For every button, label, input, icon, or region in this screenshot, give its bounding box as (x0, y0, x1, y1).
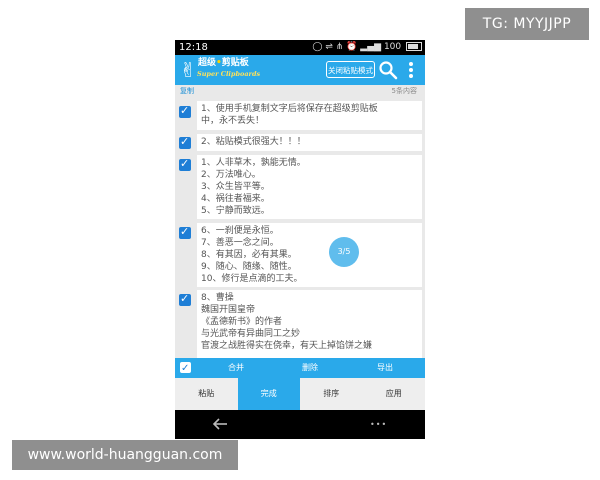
select-all-checkbox[interactable] (180, 359, 191, 379)
status-bar: 12:18 ◯ ⇌ ⋔ ⏰ ▂▄▆ 100 (175, 40, 425, 55)
close-paste-mode-button[interactable]: 关闭粘贴模式 (326, 61, 375, 78)
clip-line: 8、有其因，必有其果。 (201, 250, 297, 260)
overflow-menu-icon[interactable] (407, 61, 415, 79)
clip-card[interactable]: 1、人非草木，孰能无情。 2、万法唯心。 3、众生皆平等。 4、祸往者福来。 5… (197, 155, 422, 219)
clip-card[interactable]: 2、粘贴模式很强大！！！ (197, 134, 422, 151)
clip-line: 1、人非草木，孰能无情。 (201, 158, 306, 168)
clip-card[interactable]: 8、曹操 魏国开国皇帝 《孟德新书》的作者 与光武帝有异曲同工之妙 官渡之战胜得… (197, 290, 422, 358)
clip-line: 魏国开国皇帝 (201, 305, 256, 315)
clip-line: 8、曹操 (201, 293, 234, 303)
tab-sort[interactable]: 排序 (300, 378, 363, 410)
watermark-top: TG: MYYJJPP (465, 8, 589, 40)
clip-line: 官渡之战胜得实在侥幸，有天上掉馅饼之嫌 (201, 341, 373, 351)
search-icon[interactable] (378, 60, 398, 80)
page-indicator: 3/5 (329, 237, 359, 267)
tab-bar: 粘贴 完成 排序 应用 (175, 378, 425, 410)
app-title-part2: 剪贴板 (221, 58, 249, 68)
share-icon: ⋔ (335, 42, 344, 52)
app-title: 超级•剪贴板 (198, 58, 249, 69)
item-checkbox[interactable] (179, 104, 191, 118)
item-count: 5条内容 (391, 87, 417, 95)
watermark-bottom: www.world-huangguan.com (12, 440, 238, 470)
item-checkbox[interactable] (179, 135, 191, 149)
export-button[interactable]: 导出 (377, 358, 393, 378)
app-subtitle: Super Clipboards (197, 70, 261, 78)
clip-line: 4、祸往者福来。 (201, 194, 270, 204)
clip-card[interactable]: 6、一刹便是永恒。 7、善恶一念之间。 8、有其因，必有其果。 9、随心、随缘、… (197, 223, 422, 287)
item-checkbox[interactable] (179, 225, 191, 239)
clip-line: 2、粘贴模式很强大！！！ (201, 137, 306, 147)
tab-apply[interactable]: 应用 (363, 378, 426, 410)
clip-line: 6、一刹便是永恒。 (201, 226, 279, 236)
phone-screen: 12:18 ◯ ⇌ ⋔ ⏰ ▂▄▆ 100 ✌ 超级•剪贴板 Super Cli… (175, 40, 425, 439)
back-arrow-icon[interactable] (212, 417, 228, 431)
app-bar: ✌ 超级•剪贴板 Super Clipboards 关闭粘贴模式 (175, 55, 425, 85)
more-dots-icon[interactable]: ••• (370, 421, 387, 429)
sub-bar: 复制 5条内容 (175, 85, 425, 98)
clip-line: 1、使用手机复制文字后将保存在超级剪贴板 (201, 104, 378, 114)
clip-card[interactable]: 1、使用手机复制文字后将保存在超级剪贴板 中，永不丢失！ (197, 101, 422, 130)
clip-line: 3、众生皆平等。 (201, 182, 270, 192)
usb-icon: ⇌ (325, 42, 333, 52)
action-bar: 合并 删除 导出 (175, 358, 425, 379)
copy-label[interactable]: 复制 (180, 85, 194, 98)
merge-button[interactable]: 合并 (228, 358, 244, 378)
battery-level: 100 (383, 42, 402, 52)
battery-icon (406, 42, 422, 51)
clip-list: 1、使用手机复制文字后将保存在超级剪贴板 中，永不丢失！ 2、粘贴模式很强大！！… (175, 98, 425, 358)
clip-line: 9、随心、随缘、随性。 (201, 262, 297, 272)
clip-line: 2、万法唯心。 (201, 170, 261, 180)
tab-paste[interactable]: 粘贴 (175, 378, 238, 410)
status-time: 12:18 (179, 42, 208, 53)
clip-line: 《孟德新书》的作者 (201, 317, 283, 327)
chat-icon: ◯ (312, 42, 323, 52)
system-nav-bar: ••• (175, 410, 425, 439)
tab-done[interactable]: 完成 (237, 378, 300, 410)
delete-button[interactable]: 删除 (302, 358, 318, 378)
clip-line: 7、善恶一念之间。 (201, 238, 279, 248)
victory-hand-logo-icon: ✌ (179, 58, 197, 82)
signal-icon: ▂▄▆ (360, 42, 382, 52)
item-checkbox[interactable] (179, 157, 191, 171)
item-checkbox[interactable] (179, 292, 191, 306)
clip-line: 中，永不丢失！ (201, 116, 265, 126)
clip-line: 与光武帝有异曲同工之妙 (201, 329, 301, 339)
app-title-part1: 超级 (198, 58, 217, 68)
clip-line: 10、修行是点滴的工夫。 (201, 274, 303, 284)
alarm-icon: ⏰ (346, 42, 358, 52)
status-icons: ◯ ⇌ ⋔ ⏰ ▂▄▆ 100 (312, 40, 422, 55)
clip-line: 5、宁静而致远。 (201, 206, 270, 216)
